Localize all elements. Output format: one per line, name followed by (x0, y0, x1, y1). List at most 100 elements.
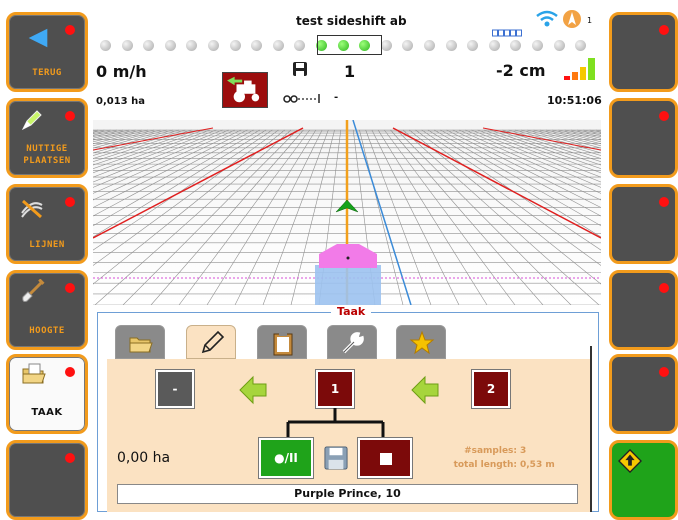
status-dot (65, 197, 75, 207)
page-title: test sideshift ab (296, 14, 407, 28)
status-dot (65, 283, 75, 293)
lightbar-led (380, 40, 392, 51)
right-button-3[interactable] (609, 184, 678, 264)
node-current[interactable]: 1 (316, 370, 354, 408)
samples-label: #samples: (464, 446, 517, 456)
lightbar-led (208, 40, 219, 51)
nav-back-button[interactable]: TERUG (6, 12, 88, 92)
arrow-left-icon (411, 375, 439, 405)
lightbar-led (294, 40, 306, 51)
tractor-icon (227, 76, 260, 103)
lightbar-led (229, 40, 241, 51)
nav-useful-places-label-2: PLAATSEN (23, 156, 71, 166)
lightbar-led (467, 40, 479, 51)
status-dot (65, 25, 75, 35)
node-previous[interactable]: - (156, 370, 194, 408)
save-icon[interactable] (324, 446, 348, 470)
gnss-quality-icon (492, 22, 522, 37)
shovel-icon (22, 279, 45, 302)
lightbar-led (402, 40, 414, 51)
tab-open-task[interactable] (115, 325, 165, 359)
record-pause-label: ●/II (274, 451, 298, 465)
stop-icon (380, 453, 392, 465)
nav-empty-button[interactable] (6, 440, 88, 520)
status-dot (659, 111, 669, 121)
lightbar-led (488, 40, 500, 51)
lightbar-led (251, 40, 263, 51)
field-name: Purple Prince, 10 (294, 487, 401, 500)
right-button-4[interactable] (609, 270, 678, 350)
signal-bar-1 (564, 76, 570, 80)
total-length-label: total length: (453, 460, 517, 470)
lightbar-led (100, 40, 111, 51)
speed-readout: 0 m/h (96, 62, 147, 81)
save-track-icon (293, 62, 307, 76)
back-arrow-icon (28, 28, 48, 48)
tab-notes[interactable] (257, 325, 307, 359)
lightbar-led (424, 40, 435, 51)
nav-height-label: HOOGTE (29, 326, 65, 336)
implement-icon (283, 94, 320, 103)
total-length-value: 0,53 m (520, 460, 555, 470)
guidance-lines-icon (21, 199, 43, 219)
nav-useful-places-label-1: NUTTIGE (26, 144, 68, 154)
right-button-5[interactable] (609, 354, 678, 434)
lightbar-led (272, 40, 284, 51)
clock: 10:51:06 (547, 94, 602, 107)
field-view (93, 120, 601, 305)
node-next[interactable]: 2 (472, 370, 510, 408)
satellite-icon (563, 10, 581, 28)
arrow-left-icon (239, 375, 267, 405)
lightbar-led (121, 40, 133, 51)
task-content-divider (590, 346, 592, 512)
field-name-box[interactable]: Purple Prince, 10 (117, 484, 578, 504)
tab-favorites[interactable] (396, 325, 446, 359)
offset-readout: -2 cm (496, 61, 546, 80)
signal-bar-4 (588, 58, 595, 80)
right-button-1[interactable] (609, 12, 678, 92)
folder-icon (22, 363, 46, 384)
task-panel-title: Taak (331, 305, 372, 318)
status-dot (65, 367, 75, 377)
lightbar-led (445, 40, 457, 51)
tab-settings[interactable] (327, 325, 377, 359)
nav-task-label: TAAK (31, 407, 63, 418)
wifi-icon (536, 10, 558, 27)
lightbar-led (143, 40, 155, 51)
track-number: 1 (344, 62, 356, 81)
samples-value: 3 (520, 446, 527, 456)
lightbar-led (186, 40, 198, 51)
lightbar-led (164, 40, 176, 51)
signal-bars (564, 58, 600, 82)
lightbar-center-frame (317, 35, 382, 55)
satellite-count: 1 (587, 16, 593, 25)
signal-bar-2 (572, 72, 578, 80)
status-dot (65, 453, 75, 463)
wrench-icon (342, 332, 364, 354)
status-dot (659, 367, 669, 377)
status-dot (659, 25, 669, 35)
folder-icon (129, 337, 153, 353)
tractor-mode-button[interactable] (222, 72, 268, 108)
record-pause-button[interactable]: ●/II (259, 438, 313, 478)
nav-lines-button[interactable]: LIJNEN (6, 184, 88, 264)
lightbar-led (532, 40, 543, 51)
status-dot (659, 197, 669, 207)
tab-edit-task[interactable] (186, 325, 236, 359)
stop-button[interactable] (358, 438, 412, 478)
clipboard-icon (273, 332, 293, 356)
lightbar-led (553, 40, 565, 51)
implement-status: - (334, 92, 339, 103)
marker-pen-icon (21, 110, 42, 131)
right-button-guidance[interactable] (609, 440, 678, 520)
nav-height-button[interactable]: HOOGTE (6, 270, 88, 350)
lightbar-led (510, 40, 522, 51)
nav-useful-places-button[interactable]: NUTTIGE PLAATSEN (6, 98, 88, 178)
task-area: 0,00 ha (117, 450, 171, 466)
lightbar-led (575, 40, 587, 51)
pencil-icon (201, 330, 225, 354)
nav-back-label: TERUG (32, 68, 62, 78)
nav-task-button[interactable]: TAAK (6, 354, 88, 434)
right-button-2[interactable] (609, 98, 678, 178)
status-dot (65, 111, 75, 121)
